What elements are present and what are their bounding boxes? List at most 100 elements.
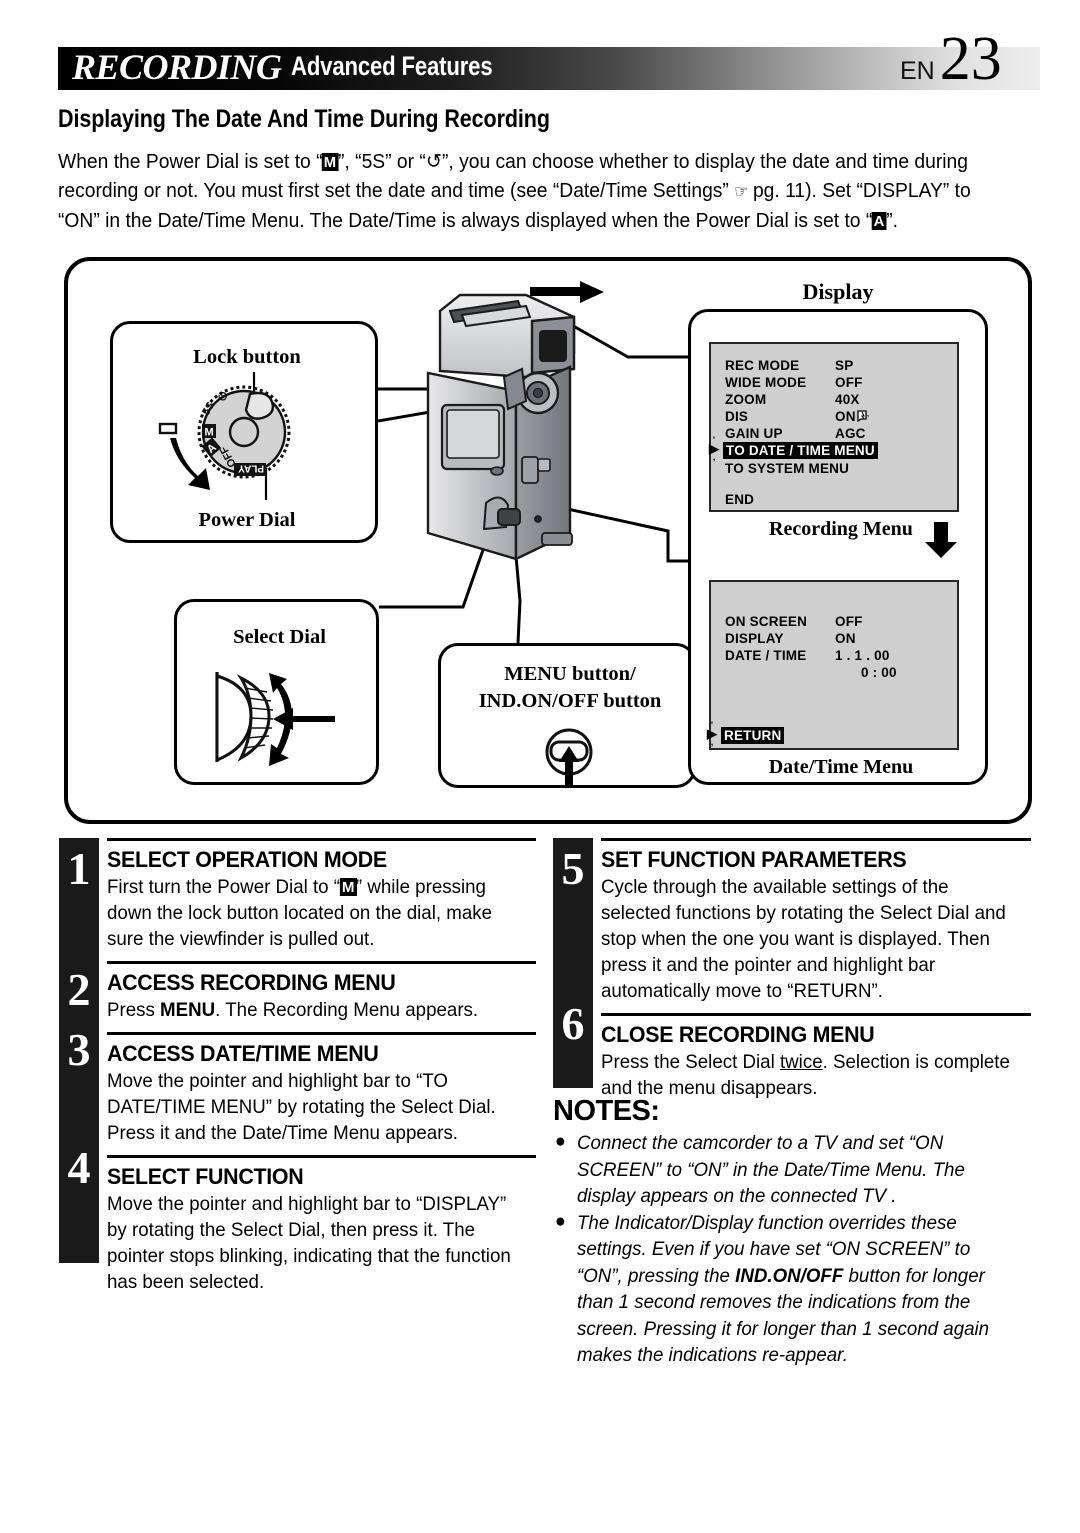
step-body: Press MENU. The Recording Menu appears. bbox=[107, 997, 519, 1032]
recording-menu-screen: REC MODE SP WIDE MODE OFF ZOOM 40X DIS O… bbox=[709, 342, 959, 512]
osd-key: DIS bbox=[725, 409, 749, 424]
intro-paragraph: When the Power Dial is set to “M”, “5S” … bbox=[58, 147, 972, 235]
camcorder-illustration bbox=[426, 281, 604, 561]
menu-button-illustration bbox=[545, 728, 593, 788]
date-time-menu-screen: ON SCREEN OFF DISPLAY ON DATE / TIME 1 .… bbox=[707, 580, 959, 750]
osd-key: GAIN UP bbox=[725, 426, 783, 441]
menu-highlight-bar[interactable]: TO DATE / TIME MENU bbox=[723, 442, 878, 459]
bullet-icon: ● bbox=[554, 1210, 566, 1232]
step-number: 3 bbox=[67, 1024, 91, 1075]
svg-text:’: ’ bbox=[867, 415, 869, 422]
step-item: SELECT OPERATION MODE First turn the Pow… bbox=[107, 838, 536, 961]
step-body: Move the pointer and highlight bar to “D… bbox=[107, 1193, 511, 1293]
step-title: SET FUNCTION PARAMETERS bbox=[601, 847, 907, 872]
header-title-primary: RECORDING bbox=[72, 46, 282, 87]
step-number: 2 bbox=[67, 964, 91, 1015]
intro-text-2: ”, “5S” or “ bbox=[338, 150, 426, 173]
osd-value: 1 . 1 . 00 bbox=[835, 648, 890, 663]
return-highlight-bar[interactable]: RETURN bbox=[721, 727, 785, 744]
step-item: ACCESS DATE/TIME MENU Move the pointer a… bbox=[107, 1032, 536, 1155]
power-dial-illustration: ⏻ 5S M A OFF PLAY bbox=[158, 372, 291, 500]
header-title-secondary: Advanced Features bbox=[290, 51, 493, 81]
osd-key: DATE / TIME bbox=[725, 648, 807, 663]
menu-button-label-line2: IND.ON/OFF button bbox=[478, 690, 662, 712]
language-code: EN bbox=[900, 57, 935, 85]
step-text: Press bbox=[107, 999, 161, 1021]
osd-value: 40X bbox=[835, 392, 860, 407]
step-body: First turn the Power Dial to “M” while p… bbox=[107, 874, 519, 961]
stabilizer-icon: ’ bbox=[857, 409, 874, 424]
select-dial-label: Select Dial bbox=[233, 626, 326, 648]
note-item: ● Connect the camcorder to a TV and set … bbox=[553, 1130, 1012, 1210]
lock-button-label: Lock button bbox=[193, 346, 301, 368]
step-number: 1 bbox=[67, 843, 91, 894]
osd-value: AGC bbox=[835, 426, 866, 441]
manual-mode-icon: M bbox=[339, 878, 357, 896]
power-dial-label: Power Dial bbox=[198, 509, 296, 531]
select-dial-illustration bbox=[215, 672, 335, 766]
step-body: Cycle through the available settings of … bbox=[601, 876, 1006, 1002]
power-dial-callout: Lock button Power Dial ⏻ 5S M A OFF PLAY bbox=[110, 321, 378, 543]
intro-text-5: ”. bbox=[886, 209, 899, 232]
step-title: SELECT FUNCTION bbox=[107, 1164, 304, 1189]
osd-item-end[interactable]: END bbox=[725, 492, 754, 507]
display-callout: REC MODE SP WIDE MODE OFF ZOOM 40X DIS O… bbox=[688, 309, 988, 785]
osd-key: ZOOM bbox=[725, 392, 767, 407]
select-dial-callout: Select Dial bbox=[174, 599, 379, 785]
step-number: 5 bbox=[561, 843, 585, 894]
emphasis-twice: twice bbox=[779, 1051, 823, 1073]
osd-key: ON SCREEN bbox=[725, 614, 808, 629]
step-title: ACCESS RECORDING MENU bbox=[107, 970, 396, 995]
osd-key: REC MODE bbox=[725, 358, 800, 373]
date-time-menu-caption: Date/Time Menu bbox=[768, 756, 914, 778]
ind-on-off-button-name: IND.ON/OFF bbox=[735, 1264, 844, 1287]
auto-mode-icon: A bbox=[871, 212, 887, 230]
menu-button-callout: MENU button/ IND.ON/OFF button bbox=[438, 643, 696, 788]
svg-text:M: M bbox=[205, 427, 214, 439]
menu-button-name: MENU bbox=[160, 999, 216, 1021]
step-text: First turn the Power Dial to “ bbox=[107, 876, 341, 898]
header-title: RECORDING Advanced Features bbox=[72, 45, 536, 88]
steps-column-right: 5 6 SET FUNCTION PARAMETERS Cycle throug… bbox=[553, 838, 1031, 1110]
step-title: SELECT OPERATION MODE bbox=[107, 847, 387, 872]
osd-value: ON bbox=[835, 631, 856, 646]
note-item: ● The Indicator/Display function overrid… bbox=[553, 1210, 1012, 1369]
manual-mode-icon: M bbox=[322, 153, 339, 171]
menu-pointer-icon: ' ▶ , bbox=[709, 435, 719, 462]
display-group-title: Display bbox=[802, 279, 874, 304]
intro-text-1: When the Power Dial is set to “ bbox=[58, 150, 323, 173]
notes-title: NOTES: bbox=[553, 1095, 660, 1127]
section-subtitle: Displaying The Date And Time During Reco… bbox=[58, 105, 550, 133]
step-number: 4 bbox=[67, 1142, 91, 1193]
step-number: 6 bbox=[561, 998, 585, 1049]
step-text: . The Recording Menu appears. bbox=[215, 999, 479, 1021]
bullet-icon: ● bbox=[554, 1131, 566, 1152]
page-number: 23 bbox=[939, 25, 1002, 93]
step-body: Move the pointer and highlight bar to “T… bbox=[107, 1070, 496, 1144]
steps-column-left: 1 2 3 4 SELECT OPERATION MODE First turn… bbox=[59, 838, 536, 1304]
page-header-bar: RECORDING Advanced Features bbox=[58, 47, 1040, 90]
parts-diagram: Lock button Power Dial ⏻ 5S M A OFF PLAY… bbox=[64, 257, 1032, 824]
svg-text:PLAY: PLAY bbox=[238, 463, 264, 474]
osd-value: OFF bbox=[835, 375, 863, 390]
step-item: ACCESS RECORDING MENU Press MENU. The Re… bbox=[107, 961, 536, 1032]
osd-item-to-system-menu[interactable]: TO SYSTEM MENU bbox=[725, 461, 849, 476]
menu-button-label-line1: MENU button/ bbox=[504, 663, 636, 685]
osd-time-value: 0 : 00 bbox=[861, 665, 897, 680]
step-title: CLOSE RECORDING MENU bbox=[601, 1022, 875, 1047]
note-text: Connect the camcorder to a TV and set “O… bbox=[577, 1132, 965, 1207]
step-item: SET FUNCTION PARAMETERS Cycle through th… bbox=[601, 838, 1031, 1013]
self-timer-icon: ↺ bbox=[425, 150, 443, 173]
page-number-area: EN 23 bbox=[900, 25, 1080, 93]
osd-value: SP bbox=[835, 358, 854, 373]
osd-value: ON bbox=[835, 409, 856, 424]
osd-value: OFF bbox=[835, 614, 863, 629]
step-text: Press the Select Dial bbox=[601, 1051, 780, 1073]
osd-key: WIDE MODE bbox=[725, 375, 807, 390]
menu-button-label: MENU button/ IND.ON/OFF button bbox=[441, 661, 699, 715]
notes-section: NOTES: ● Connect the camcorder to a TV a… bbox=[553, 1095, 1031, 1369]
step-item: SELECT FUNCTION Move the pointer and hig… bbox=[107, 1155, 536, 1304]
menu-pointer-icon: ' ▶ , bbox=[707, 720, 717, 747]
pointing-hand-icon: ☞ bbox=[734, 182, 748, 201]
step-title: ACCESS DATE/TIME MENU bbox=[107, 1041, 379, 1066]
